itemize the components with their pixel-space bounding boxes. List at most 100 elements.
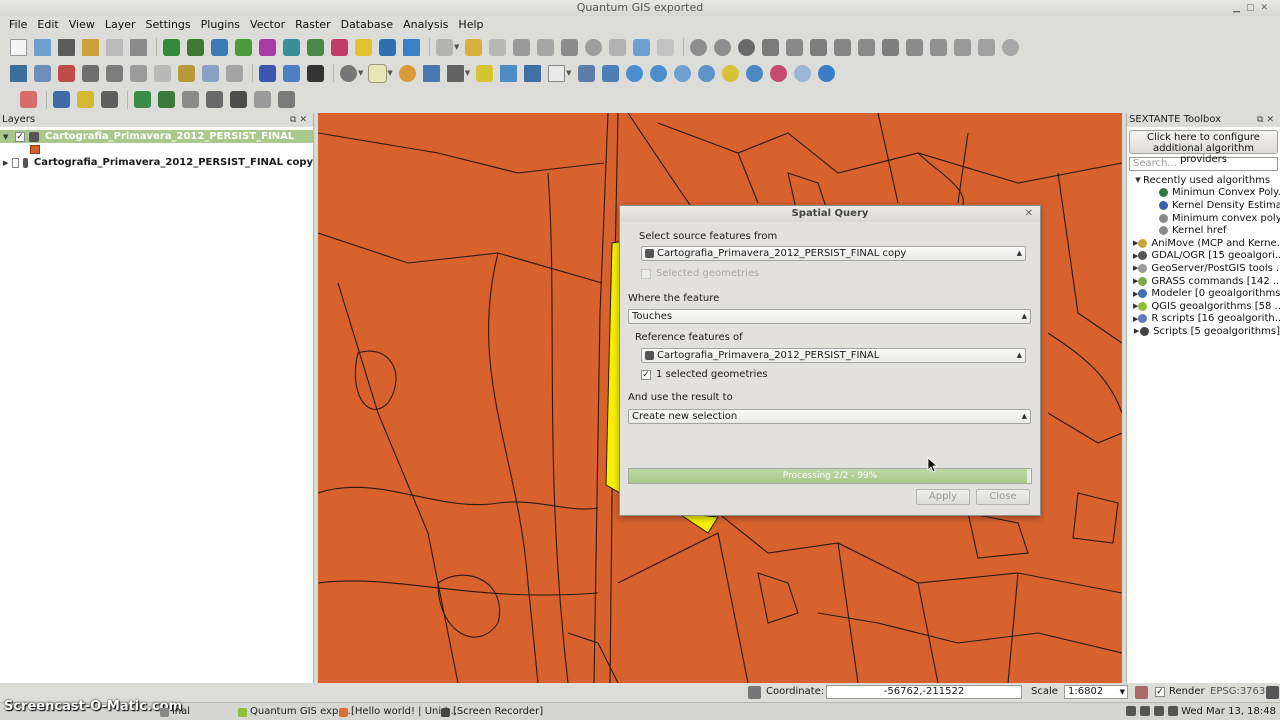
star-icon[interactable] <box>77 91 94 108</box>
add-delimited-text-icon[interactable] <box>403 38 420 56</box>
refresh-icon[interactable] <box>817 64 835 82</box>
measure-line-icon[interactable] <box>446 64 464 82</box>
python-icon[interactable] <box>259 64 276 82</box>
scale-combo[interactable]: 1:6802 ▼ <box>1064 685 1128 699</box>
menu-analysis[interactable]: Analysis <box>398 17 453 34</box>
tree-group-recent[interactable]: ▼ Recently used algorithms <box>1127 174 1280 187</box>
expand-down-icon[interactable]: ▼ <box>1133 176 1143 184</box>
toggle-editing-icon[interactable] <box>465 38 483 56</box>
add-part-icon[interactable] <box>810 38 828 56</box>
new-project-icon[interactable] <box>10 38 27 56</box>
offset-curve-icon[interactable] <box>906 38 924 56</box>
coordinate-toggle-icon[interactable] <box>748 686 761 699</box>
grass-tools-icon[interactable] <box>134 91 151 108</box>
layer-symbol-swatch[interactable] <box>30 145 40 154</box>
close-icon[interactable]: ✕ <box>1025 206 1033 222</box>
chevron-down-icon[interactable]: ▼ <box>454 43 459 51</box>
current-edits-icon[interactable] <box>436 38 453 56</box>
new-shapefile-icon[interactable] <box>355 38 372 56</box>
reference-layer-select[interactable]: Cartografia_Primavera_2012_PERSIST_FINAL… <box>641 348 1026 363</box>
grass-region-icon[interactable] <box>182 91 199 108</box>
add-vertex-icon[interactable] <box>53 91 70 108</box>
expand-down-icon[interactable]: ▼ <box>3 133 11 141</box>
source-selected-checkbox[interactable]: Selected geometries <box>641 268 759 279</box>
move-feature-icon[interactable] <box>537 38 555 56</box>
copy-features-icon[interactable] <box>633 38 651 56</box>
chevron-down-icon[interactable]: ▼ <box>387 69 392 77</box>
menu-plugins[interactable]: Plugins <box>196 17 245 34</box>
panel-float-close-icon[interactable]: ⧉✕ <box>290 113 310 127</box>
tree-item-algorithm[interactable]: Minimum convex poly... <box>1127 212 1280 225</box>
configure-providers-button[interactable]: Click here to configure additional algor… <box>1129 130 1278 165</box>
open-attribute-table-icon[interactable] <box>422 64 440 82</box>
taskbar-item-recorder[interactable]: [Screen Recorder] <box>439 705 543 719</box>
geometry-checker-icon[interactable] <box>82 64 99 82</box>
print-icon[interactable] <box>130 38 147 56</box>
save-project-icon[interactable] <box>58 38 75 56</box>
layer-visibility-checkbox[interactable]: ✓ <box>15 131 25 142</box>
add-feature-icon[interactable] <box>513 38 531 56</box>
new-spatialite-icon[interactable] <box>379 38 396 56</box>
merge-features-icon[interactable] <box>954 38 972 56</box>
show-bookmarks-icon[interactable] <box>524 64 542 82</box>
add-mssql-layer-icon[interactable] <box>259 38 276 56</box>
zoom-layer-icon[interactable] <box>745 64 763 82</box>
add-raster-layer-icon[interactable] <box>187 38 204 56</box>
pan-to-selection-icon[interactable] <box>601 64 619 82</box>
tree-item-algorithm[interactable]: Kernel href <box>1127 224 1280 237</box>
delete-part-icon[interactable] <box>858 38 876 56</box>
add-wms-layer-icon[interactable] <box>283 38 300 56</box>
zoom-next-icon[interactable] <box>793 64 811 82</box>
plugin-icon[interactable] <box>283 64 300 82</box>
crs-icon[interactable] <box>1266 686 1279 699</box>
digitize-icon[interactable] <box>34 64 51 82</box>
attribute-filter-icon[interactable] <box>154 64 171 82</box>
tree-item-algorithm[interactable]: Minimun Convex Poly... <box>1127 187 1280 200</box>
gear-icon[interactable] <box>340 64 357 82</box>
save-as-icon[interactable] <box>82 38 99 56</box>
topology-checker-icon[interactable] <box>58 64 75 82</box>
selected-feature-part[interactable] <box>677 512 719 534</box>
menu-database[interactable]: Database <box>336 17 399 34</box>
redo-icon[interactable] <box>714 38 732 56</box>
render-checkbox[interactable]: ✓ Render <box>1155 686 1205 697</box>
table-icon[interactable] <box>202 64 219 82</box>
simplify-feature-icon[interactable] <box>762 38 780 56</box>
panel-float-close-icon[interactable]: ⧉✕ <box>1257 113 1277 127</box>
zoom-last-icon[interactable] <box>769 64 787 82</box>
zoom-out-icon[interactable] <box>649 64 667 82</box>
source-layer-select[interactable]: Cartografia_Primavera_2012_PERSIST_FINAL… <box>641 246 1026 261</box>
tree-provider-grass[interactable]: ▶ GRASS commands [142 ... <box>1127 275 1280 288</box>
grass-close-icon[interactable] <box>278 91 295 108</box>
delete-selected-icon[interactable] <box>585 38 603 56</box>
text-annotation-icon[interactable] <box>548 64 566 82</box>
add-wfs-layer-icon[interactable] <box>331 38 348 56</box>
menu-edit[interactable]: Edit <box>32 17 63 34</box>
layer-item-primary[interactable]: ▼ ✓ Cartografia_Primavera_2012_PERSIST_F… <box>0 130 313 143</box>
add-wcs-layer-icon[interactable] <box>307 38 324 56</box>
chart-icon[interactable] <box>178 64 195 82</box>
add-ring-icon[interactable] <box>786 38 804 56</box>
undo-icon[interactable] <box>690 38 708 56</box>
crs-status[interactable]: EPSG:3763 <box>1210 686 1265 697</box>
menu-settings[interactable]: Settings <box>141 17 196 34</box>
menu-file[interactable]: File <box>4 17 32 34</box>
layer-item-copy[interactable]: ▶ Cartografia_Primavera_2012_PERSIST_FIN… <box>0 156 313 169</box>
menu-raster[interactable]: Raster <box>290 17 335 34</box>
merge-attributes-icon[interactable] <box>978 38 996 56</box>
pan-icon[interactable] <box>577 64 595 82</box>
layer-visibility-checkbox[interactable] <box>12 157 19 168</box>
rectangle-tool-icon[interactable] <box>101 91 118 108</box>
field-calculator-icon[interactable] <box>106 64 123 82</box>
print-composer-icon[interactable] <box>106 38 123 56</box>
node-tool-icon[interactable] <box>561 38 579 56</box>
tree-provider-animove[interactable]: ▶ AniMove (MCP and Kerne... <box>1127 237 1280 250</box>
paste-features-icon[interactable] <box>657 38 675 56</box>
cut-features-icon[interactable] <box>609 38 627 56</box>
menu-view[interactable]: View <box>64 17 100 34</box>
manage-layers-icon[interactable] <box>10 64 27 82</box>
volume-icon[interactable] <box>1140 706 1150 716</box>
tree-provider-r[interactable]: ▶ R scripts [16 geoalgorith... <box>1127 313 1280 326</box>
expand-right-icon[interactable]: ▶ <box>1133 327 1140 335</box>
save-edits-icon[interactable] <box>489 38 507 56</box>
